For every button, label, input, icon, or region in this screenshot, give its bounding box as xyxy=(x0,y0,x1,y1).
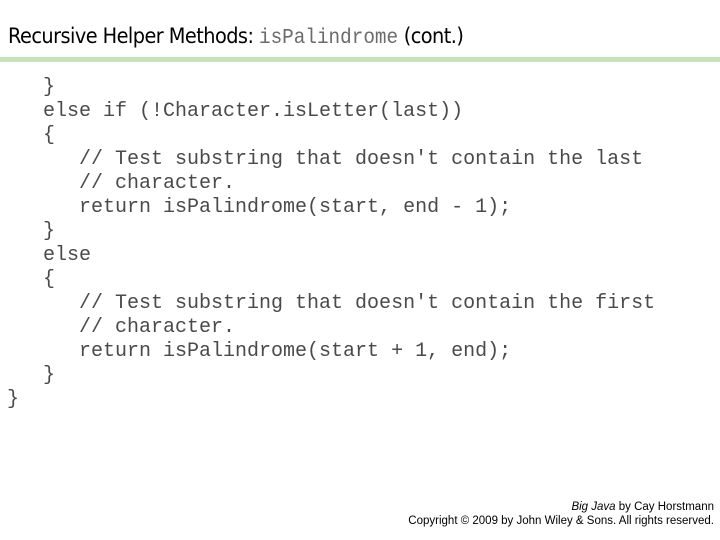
code-line: return isPalindrome(start + 1, end); xyxy=(7,340,512,363)
code-line: return isPalindrome(start, end - 1); xyxy=(7,196,512,219)
footer-copyright: Copyright © 2009 by John Wiley & Sons. A… xyxy=(408,515,714,527)
slide-footer: Big Java by Cay Horstmann Copyright © 20… xyxy=(408,500,714,528)
title-underline-rule xyxy=(0,57,720,62)
slide-title-suffix: (cont.) xyxy=(398,24,464,48)
code-line: // Test substring that doesn't contain t… xyxy=(7,292,656,315)
slide-title-prefix: Recursive Helper Methods: xyxy=(8,24,259,48)
code-line: { xyxy=(7,268,56,291)
footer-byline: by Cay Horstmann xyxy=(615,501,714,513)
code-line: // character. xyxy=(7,172,236,195)
code-listing: } else if (!Character.isLetter(last)) { … xyxy=(7,76,655,412)
code-line: // character. xyxy=(7,316,236,339)
footer-credit: Big Java by Cay Horstmann xyxy=(408,500,714,514)
footer-book-title: Big Java xyxy=(571,501,616,513)
code-line: } xyxy=(7,220,56,243)
slide-title-code: isPalindrome xyxy=(258,27,399,50)
code-line: } xyxy=(7,388,20,411)
code-line: } xyxy=(7,76,56,99)
code-line: { xyxy=(7,124,56,147)
code-line: else if (!Character.isLetter(last)) xyxy=(7,100,464,123)
slide-title: Recursive Helper Methods: isPalindrome (… xyxy=(8,24,464,50)
code-line: else xyxy=(7,244,92,267)
code-line: // Test substring that doesn't contain t… xyxy=(7,148,644,171)
code-line: } xyxy=(7,364,56,387)
